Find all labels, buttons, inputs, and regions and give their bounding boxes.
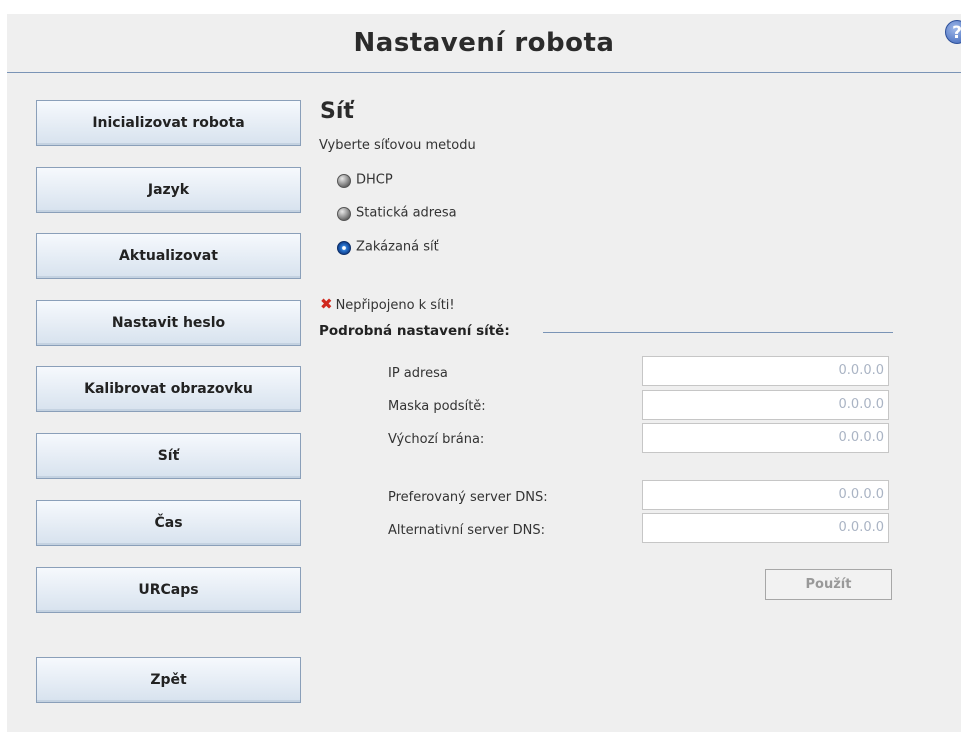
nav-time-button[interactable]: Čas [36, 500, 301, 546]
nav-calibrate-screen-button[interactable]: Kalibrovat obrazovku [36, 366, 301, 412]
radio-label: Statická adresa [356, 205, 457, 221]
ip-address-field[interactable]: 0.0.0.0 [642, 356, 889, 386]
preferred-dns-label: Preferovaný server DNS: [388, 490, 548, 505]
section-title: Síť [320, 99, 354, 124]
subnet-mask-label: Maska podsítě: [388, 399, 486, 414]
alternative-dns-label: Alternativní server DNS: [388, 523, 545, 538]
network-status: ✖ Nepřipojeno k síti! [320, 295, 455, 313]
back-button[interactable]: Zpět [36, 657, 301, 703]
radio-dhcp[interactable]: DHCP [337, 170, 393, 190]
radio-label: DHCP [356, 172, 393, 188]
nav-language-button[interactable]: Jazyk [36, 167, 301, 213]
nav-urcaps-button[interactable]: URCaps [36, 567, 301, 613]
details-title: Podrobná nastavení sítě: [319, 323, 510, 339]
default-gateway-label: Výchozí brána: [388, 432, 485, 447]
nav-update-button[interactable]: Aktualizovat [36, 233, 301, 279]
radio-label: Zakázaná síť [356, 239, 439, 255]
radio-unselected-icon [337, 173, 351, 188]
divider [543, 332, 893, 333]
preferred-dns-field[interactable]: 0.0.0.0 [642, 480, 889, 510]
header: Nastavení robota ? [7, 14, 961, 73]
radio-selected-icon [337, 240, 351, 255]
nav-network-button[interactable]: Síť [36, 433, 301, 479]
method-prompt: Vyberte síťovou metodu [319, 138, 476, 153]
nav-set-password-button[interactable]: Nastavit heslo [36, 300, 301, 346]
ip-address-label: IP adresa [388, 366, 448, 381]
subnet-mask-field[interactable]: 0.0.0.0 [642, 390, 889, 420]
nav-initialize-robot-button[interactable]: Inicializovat robota [36, 100, 301, 146]
page-title: Nastavení robota [353, 28, 615, 58]
network-status-text: Nepřipojeno k síti! [335, 298, 455, 313]
error-x-icon: ✖ [320, 295, 333, 313]
app-window: Nastavení robota ? Inicializovat robota … [7, 14, 961, 732]
alternative-dns-field[interactable]: 0.0.0.0 [642, 513, 889, 543]
radio-disabled-network[interactable]: Zakázaná síť [337, 237, 439, 257]
radio-unselected-icon [337, 206, 351, 221]
default-gateway-field[interactable]: 0.0.0.0 [642, 423, 889, 453]
apply-button[interactable]: Použít [765, 569, 892, 600]
radio-static-address[interactable]: Statická adresa [337, 203, 457, 223]
